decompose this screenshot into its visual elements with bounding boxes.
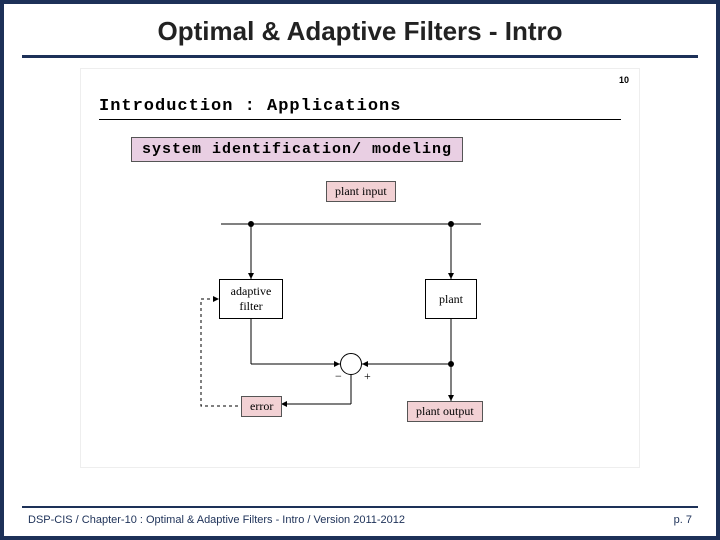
corner-number: 10 xyxy=(619,75,629,85)
inner-card: 10 Introduction : Applications system id… xyxy=(80,68,640,468)
plant-output-label: plant output xyxy=(407,401,483,422)
intro-heading: Introduction : Applications xyxy=(99,97,401,116)
diagram-wires xyxy=(81,169,641,459)
split-node-right xyxy=(448,221,454,227)
tap-node xyxy=(448,361,454,367)
footer: DSP-CIS / Chapter-10 : Optimal & Adaptiv… xyxy=(4,508,716,536)
footer-left: DSP-CIS / Chapter-10 : Optimal & Adaptiv… xyxy=(28,514,405,526)
plant-input-label: plant input xyxy=(326,181,396,202)
plant-block: plant xyxy=(425,279,477,319)
minus-sign: − xyxy=(335,369,342,384)
block-diagram: plant input adaptive filter plant − + er… xyxy=(81,169,641,459)
adaptive-filter-block: adaptive filter xyxy=(219,279,283,319)
split-node-left xyxy=(248,221,254,227)
error-label: error xyxy=(241,396,282,417)
highlight-box: system identification/ modeling xyxy=(131,137,463,162)
intro-rule xyxy=(99,119,621,120)
slide-title: Optimal & Adaptive Filters - Intro xyxy=(4,16,716,47)
footer-right: p. 7 xyxy=(674,514,692,526)
slide: Optimal & Adaptive Filters - Intro 10 In… xyxy=(4,4,716,536)
plus-sign: + xyxy=(364,369,371,384)
title-bar: Optimal & Adaptive Filters - Intro xyxy=(4,4,716,53)
content-area: 10 Introduction : Applications system id… xyxy=(4,58,716,506)
sum-node xyxy=(340,353,362,375)
